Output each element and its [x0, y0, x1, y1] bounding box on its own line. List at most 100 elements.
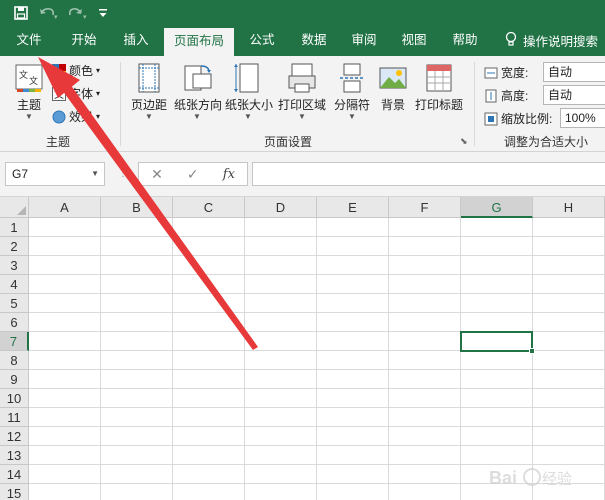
group-separator	[474, 62, 475, 146]
gridline	[29, 312, 605, 313]
height-control: 高度:	[484, 87, 528, 104]
row-header-8[interactable]: 8	[0, 351, 29, 370]
more-icon: ⋮	[118, 168, 128, 179]
fonts-label: 字体	[69, 87, 94, 101]
row-header-14[interactable]: 14	[0, 465, 29, 484]
scale-input[interactable]: 100%	[560, 108, 605, 128]
row-header-12[interactable]: 12	[0, 427, 29, 446]
tab-data[interactable]: 数据	[292, 25, 336, 56]
fill-handle[interactable]	[529, 348, 535, 354]
gridline	[29, 445, 605, 446]
column-header-h[interactable]: H	[533, 197, 605, 218]
margins-button[interactable]: 页边距 ▼	[126, 60, 172, 126]
chevron-down-icon: ▼	[298, 112, 306, 121]
tab-file[interactable]: 文件	[8, 25, 50, 56]
orientation-icon	[181, 62, 213, 94]
name-box-value: G7	[12, 167, 29, 181]
paper-size-button[interactable]: 纸张大小 ▼	[225, 60, 273, 126]
breaks-button[interactable]: 分隔符 ▼	[330, 60, 374, 126]
tab-page-layout[interactable]: 页面布局	[164, 28, 234, 56]
formula-input[interactable]	[252, 162, 605, 186]
background-button[interactable]: 背景	[376, 60, 410, 126]
tab-insert[interactable]: 插入	[114, 25, 158, 56]
print-area-button[interactable]: 打印区域 ▼	[278, 60, 326, 126]
orientation-button[interactable]: 纸张方向 ▼	[174, 60, 223, 126]
themes-button[interactable]: 文文 主题 ▼	[6, 60, 52, 126]
theme-effects-button[interactable]: 效果 ▾	[52, 108, 100, 125]
print-titles-button[interactable]: 打印标题	[414, 60, 464, 126]
column-header-d[interactable]: D	[245, 197, 317, 218]
paper-size-icon	[232, 62, 264, 94]
theme-fonts-button[interactable]: 文 字体 ▾	[52, 85, 100, 102]
orientation-label: 纸张方向	[174, 98, 223, 112]
tab-formulas[interactable]: 公式	[240, 25, 284, 56]
svg-text:文: 文	[54, 88, 64, 101]
row-header-10[interactable]: 10	[0, 389, 29, 408]
gridline	[29, 407, 605, 408]
row-header-2[interactable]: 2	[0, 237, 29, 256]
svg-text:文: 文	[19, 69, 28, 80]
gridline	[29, 274, 605, 275]
tab-home[interactable]: 开始	[62, 25, 106, 56]
column-header-g[interactable]: G	[461, 197, 533, 218]
gridline	[29, 293, 605, 294]
redo-icon[interactable]: ▾	[68, 6, 88, 20]
height-label: 高度:	[501, 89, 529, 103]
worksheet-grid[interactable]: ABCDEFGH 1 2 3 4 5 6 7 8 9 10 11 12 13 14 15	[0, 197, 605, 500]
gridline	[100, 218, 101, 500]
chevron-down-icon: ▼	[244, 112, 252, 121]
fonts-icon: 文	[52, 86, 66, 101]
row-header-5[interactable]: 5	[0, 294, 29, 313]
quick-access-toolbar: ▾ ▾	[0, 0, 605, 25]
row-header-15[interactable]: 15	[0, 484, 29, 500]
tell-me-search[interactable]: 操作说明搜索	[505, 25, 598, 56]
themes-label: 主题	[16, 98, 41, 112]
row-header-4[interactable]: 4	[0, 275, 29, 294]
width-icon	[484, 66, 498, 80]
lightbulb-icon	[505, 31, 517, 50]
svg-text:文: 文	[29, 75, 38, 86]
gridline	[460, 218, 461, 500]
row-header-9[interactable]: 9	[0, 370, 29, 389]
column-header-e[interactable]: E	[317, 197, 389, 218]
tell-me-label: 操作说明搜索	[523, 35, 599, 49]
undo-icon[interactable]: ▾	[38, 6, 58, 20]
formula-bar: G7 ▼ ⋮ ✕ ✓ fx	[0, 152, 605, 197]
scale-icon	[484, 112, 498, 126]
page-setup-group-label: 页面设置	[264, 135, 313, 149]
save-icon[interactable]	[14, 5, 28, 20]
width-select[interactable]: 自动	[543, 62, 605, 82]
colors-label: 颜色	[69, 64, 94, 78]
row-header-3[interactable]: 3	[0, 256, 29, 275]
enter-icon[interactable]: ✓	[187, 166, 199, 183]
column-header-f[interactable]: F	[389, 197, 461, 218]
background-label: 背景	[380, 98, 405, 112]
height-select[interactable]: 自动	[543, 85, 605, 105]
column-header-b[interactable]: B	[101, 197, 173, 218]
row-header-13[interactable]: 13	[0, 446, 29, 465]
row-header-11[interactable]: 11	[0, 408, 29, 427]
name-box[interactable]: G7 ▼	[5, 162, 105, 186]
cancel-icon[interactable]: ✕	[151, 166, 163, 183]
print-titles-icon	[423, 62, 455, 94]
customize-qat-icon[interactable]	[98, 7, 108, 19]
select-all-button[interactable]	[0, 197, 29, 218]
theme-colors-button[interactable]: 颜色 ▾	[52, 62, 100, 79]
tab-view[interactable]: 视图	[392, 25, 436, 56]
row-header-7[interactable]: 7	[0, 332, 29, 351]
tab-help[interactable]: 帮助	[443, 25, 487, 56]
svg-text:Bai: Bai	[489, 468, 517, 488]
breaks-icon	[336, 62, 368, 94]
effects-icon	[52, 110, 66, 124]
column-header-a[interactable]: A	[29, 197, 101, 218]
insert-function-icon[interactable]: fx	[223, 167, 235, 182]
column-header-c[interactable]: C	[173, 197, 245, 218]
tab-review[interactable]: 审阅	[342, 25, 386, 56]
dialog-launcher-icon[interactable]: ⬊	[460, 136, 468, 147]
background-icon	[377, 62, 409, 94]
row-header-6[interactable]: 6	[0, 313, 29, 332]
row-header-1[interactable]: 1	[0, 218, 29, 237]
margins-icon	[133, 62, 165, 94]
print-area-icon	[286, 62, 318, 94]
active-cell[interactable]	[460, 331, 533, 352]
